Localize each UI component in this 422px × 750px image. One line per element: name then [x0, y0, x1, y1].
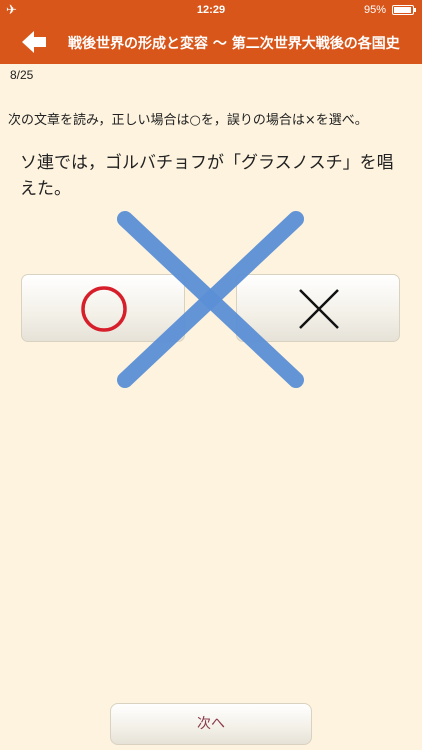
- cross-icon: [299, 289, 339, 329]
- nav-bar: 戦後世界の形成と変容 〜 第二次世界大戦後の各国史: [0, 20, 422, 64]
- page-title: 戦後世界の形成と変容 〜 第二次世界大戦後の各国史: [68, 36, 400, 52]
- instruction-text: 次の文章を読み，正しい場合は○を，誤りの場合は×を選べ。: [8, 113, 368, 128]
- answer-true-button[interactable]: [21, 274, 185, 342]
- question-progress: 8/25: [10, 68, 34, 82]
- status-time: 12:29: [196, 4, 226, 16]
- battery-icon: [392, 5, 416, 15]
- next-button[interactable]: 次へ: [110, 703, 312, 745]
- circle-icon: [81, 286, 127, 332]
- answer-false-button[interactable]: [236, 274, 400, 342]
- status-bar: ✈ 12:29 95%: [0, 0, 422, 20]
- question-text: ソ連では，ゴルバチョフが「グラスノスチ」を唱えた。: [20, 153, 394, 199]
- battery-percent: 95%: [363, 4, 386, 16]
- back-arrow-icon[interactable]: [22, 30, 52, 54]
